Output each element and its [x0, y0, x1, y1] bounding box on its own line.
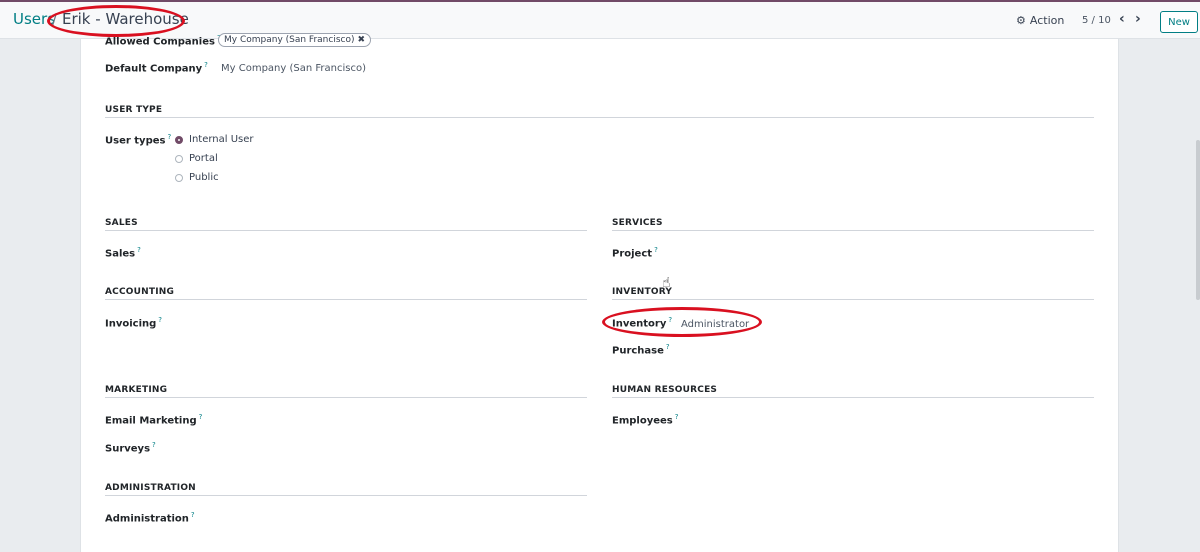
administration-label: Administration? [105, 511, 195, 525]
section-divider [105, 299, 587, 300]
section-marketing: MARKETING [105, 385, 168, 395]
section-administration: ADMINISTRATION [105, 483, 196, 493]
project-label: Project? [612, 246, 658, 260]
user-types-label: User types? [105, 133, 172, 147]
inventory-access-value[interactable]: Administrator [681, 319, 749, 330]
surveys-label: Surveys? [105, 441, 156, 455]
default-company-value[interactable]: My Company (San Francisco) [221, 63, 366, 74]
inventory-label: Inventory? [612, 316, 673, 330]
radio-public-label: Public [189, 172, 219, 183]
chevron-left-icon[interactable]: ‹ [1119, 11, 1125, 27]
hand-cursor-icon: ☝ [662, 275, 671, 291]
breadcrumb-current-record: Erik - Warehouse [62, 10, 189, 28]
allowed-company-tag-label: My Company (San Francisco) [224, 35, 355, 45]
radio-portal-label: Portal [189, 153, 218, 164]
section-user-type: USER TYPE [105, 105, 163, 115]
invoicing-label: Invoicing? [105, 316, 163, 330]
employees-label: Employees? [612, 413, 679, 427]
new-button[interactable]: New [1160, 11, 1198, 33]
section-sales: SALES [105, 218, 138, 228]
section-services: SERVICES [612, 218, 663, 228]
radio-portal[interactable]: Portal [175, 153, 218, 164]
email-marketing-label: Email Marketing? [105, 413, 203, 427]
section-accounting: ACCOUNTING [105, 287, 175, 297]
scrollbar[interactable] [1196, 140, 1200, 300]
chevron-right-icon[interactable]: › [1135, 11, 1141, 27]
breadcrumb-users-link[interactable]: Users [13, 10, 55, 28]
gear-icon: ⚙ [1016, 14, 1026, 27]
section-divider [612, 299, 1094, 300]
default-company-label: Default Company? [105, 61, 208, 75]
action-menu-button[interactable]: ⚙ Action [1016, 14, 1064, 27]
section-divider [612, 230, 1094, 231]
section-divider [105, 397, 587, 398]
section-divider [105, 117, 1094, 118]
form-sheet: Allowed Companies? My Company (San Franc… [80, 33, 1119, 552]
sales-label: Sales? [105, 246, 141, 260]
radio-public[interactable]: Public [175, 172, 219, 183]
radio-selected-icon[interactable] [175, 135, 183, 144]
radio-internal-user-label: Internal User [189, 134, 254, 145]
section-divider [105, 230, 587, 231]
pager-value[interactable]: 5 / 10 [1082, 15, 1111, 26]
allowed-company-tag[interactable]: My Company (San Francisco) ✖ [218, 33, 372, 47]
remove-tag-icon[interactable]: ✖ [357, 34, 365, 46]
purchase-label: Purchase? [612, 343, 670, 357]
section-divider [105, 495, 587, 496]
action-label: Action [1029, 14, 1065, 27]
section-divider [612, 397, 1094, 398]
allowed-companies-label: Allowed Companies? [105, 34, 221, 48]
radio-empty-icon[interactable] [175, 173, 183, 182]
radio-empty-icon[interactable] [175, 154, 183, 163]
breadcrumb-separator: / [52, 10, 58, 28]
section-human-resources: HUMAN RESOURCES [612, 385, 718, 395]
radio-internal-user[interactable]: Internal User [175, 134, 254, 145]
